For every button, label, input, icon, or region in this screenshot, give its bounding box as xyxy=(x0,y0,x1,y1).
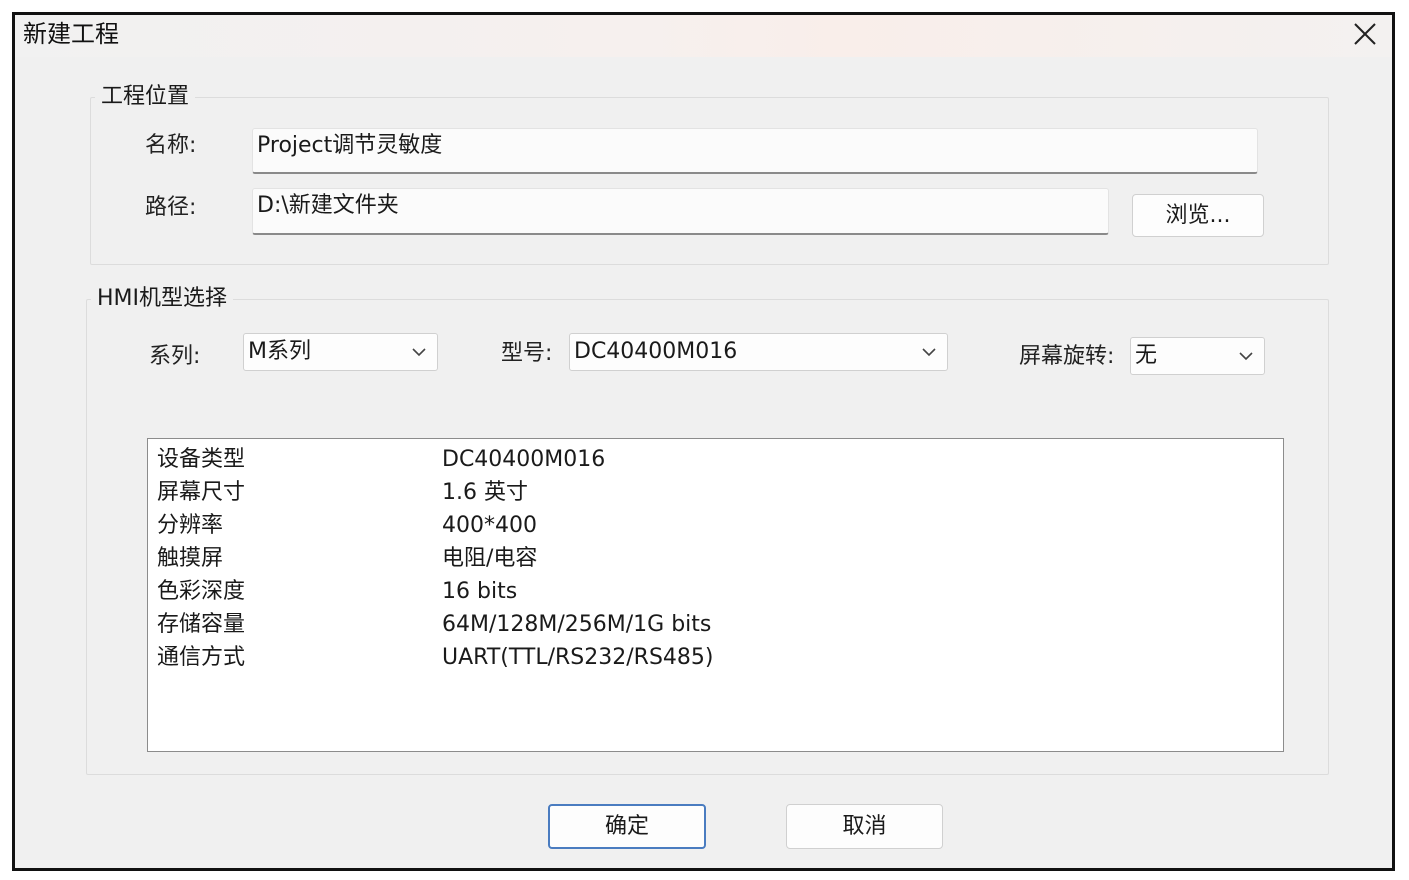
info-row-device-type: 设备类型 DC40400M016 xyxy=(148,443,1283,476)
series-select-value: M系列 xyxy=(248,339,311,364)
info-value: 1.6 英寸 xyxy=(442,480,528,505)
model-label: 型号: xyxy=(501,341,553,366)
info-key: 设备类型 xyxy=(157,447,246,472)
info-row-storage: 存储容量 64M/128M/256M/1G bits xyxy=(148,608,1283,641)
series-label: 系列: xyxy=(149,344,201,369)
info-key: 色彩深度 xyxy=(157,579,246,604)
project-name-field[interactable]: Project调节灵敏度 xyxy=(252,128,1258,174)
rotation-select-value: 无 xyxy=(1135,343,1158,368)
hmi-selection-legend: HMI机型选择 xyxy=(91,285,234,313)
name-label: 名称: xyxy=(145,133,197,158)
close-button[interactable] xyxy=(1348,17,1382,51)
info-value: DC40400M016 xyxy=(442,447,606,472)
info-row-communication: 通信方式 UART(TTL/RS232/RS485) xyxy=(148,641,1283,674)
ok-button[interactable]: 确定 xyxy=(548,804,706,849)
title-bar[interactable]: 新建工程 xyxy=(15,15,1392,57)
rotation-label: 屏幕旋转: xyxy=(1019,344,1115,369)
info-row-color-depth: 色彩深度 16 bits xyxy=(148,575,1283,608)
info-key: 触摸屏 xyxy=(157,546,224,571)
series-select[interactable]: M系列 xyxy=(243,333,438,371)
chevron-down-icon xyxy=(922,348,936,357)
path-label: 路径: xyxy=(145,195,197,220)
cancel-button[interactable]: 取消 xyxy=(786,804,943,849)
project-path-field[interactable]: D:\新建文件夹 xyxy=(252,188,1109,235)
model-select[interactable]: DC40400M016 xyxy=(569,333,948,371)
browse-button[interactable]: 浏览... xyxy=(1132,194,1264,237)
rotation-select[interactable]: 无 xyxy=(1130,337,1265,375)
new-project-dialog: 新建工程 工程位置 名称: Project调节灵敏度 路径: D:\新建文件夹 … xyxy=(12,12,1395,871)
info-value: 64M/128M/256M/1G bits xyxy=(442,612,712,637)
model-select-value: DC40400M016 xyxy=(574,339,738,364)
project-location-group xyxy=(90,97,1329,265)
info-key: 屏幕尺寸 xyxy=(157,480,246,505)
info-key: 通信方式 xyxy=(157,645,246,670)
device-info-list[interactable]: 设备类型 DC40400M016 屏幕尺寸 1.6 英寸 分辨率 400*400… xyxy=(147,438,1284,752)
info-row-resolution: 分辨率 400*400 xyxy=(148,509,1283,542)
info-row-screen-size: 屏幕尺寸 1.6 英寸 xyxy=(148,476,1283,509)
info-value: 16 bits xyxy=(442,579,518,604)
info-value: 电阻/电容 xyxy=(442,546,538,571)
dialog-title: 新建工程 xyxy=(23,20,119,48)
chevron-down-icon xyxy=(412,348,426,357)
info-key: 分辨率 xyxy=(157,513,224,538)
info-row-touchscreen: 触摸屏 电阻/电容 xyxy=(148,542,1283,575)
info-key: 存储容量 xyxy=(157,612,246,637)
project-location-legend: 工程位置 xyxy=(95,83,196,111)
info-value: UART(TTL/RS232/RS485) xyxy=(442,645,714,670)
info-value: 400*400 xyxy=(442,513,537,538)
close-icon xyxy=(1354,23,1376,45)
chevron-down-icon xyxy=(1239,352,1253,361)
